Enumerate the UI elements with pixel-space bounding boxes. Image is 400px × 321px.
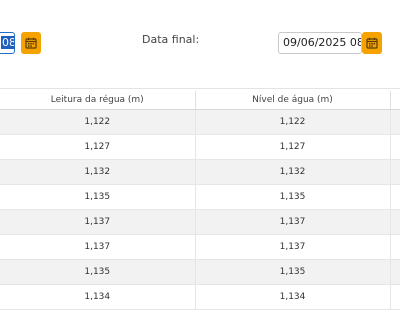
cell-extra — [390, 284, 400, 310]
cell-leitura: 1,127 — [0, 134, 196, 160]
cell-leitura: 1,135 — [0, 184, 196, 210]
cell-nivel: 1,122 — [195, 109, 391, 135]
readings-table: Leitura da régua (m) Nível de água (m) 1… — [0, 91, 400, 310]
start-date-input[interactable]: 08 — [0, 32, 15, 54]
date-filter-bar: 08 Data final: 09/06/2025 08 — [0, 0, 400, 90]
table-row[interactable]: 1,135 1,135 — [0, 259, 400, 285]
cell-nivel: 1,137 — [195, 209, 391, 235]
cell-nivel: 1,127 — [195, 134, 391, 160]
column-header-nivel[interactable]: Nível de água (m) — [195, 91, 391, 110]
cell-extra — [390, 134, 400, 160]
cell-leitura: 1,137 — [0, 234, 196, 260]
column-header-leitura[interactable]: Leitura da régua (m) — [0, 91, 196, 110]
table-header-row: Leitura da régua (m) Nível de água (m) — [0, 91, 400, 110]
cell-leitura: 1,134 — [0, 284, 196, 310]
calendar-icon — [25, 37, 37, 49]
table-row[interactable]: 1,135 1,135 — [0, 184, 400, 210]
cell-extra — [390, 209, 400, 235]
cell-extra — [390, 184, 400, 210]
column-header-extra — [390, 91, 400, 110]
cell-extra — [390, 109, 400, 135]
end-date-calendar-button[interactable] — [362, 32, 382, 54]
cell-nivel: 1,132 — [195, 159, 391, 185]
table-row[interactable]: 1,137 1,137 — [0, 234, 400, 260]
cell-nivel: 1,135 — [195, 184, 391, 210]
start-date-selected-text: 08 — [1, 36, 15, 49]
table-row[interactable]: 1,127 1,127 — [0, 134, 400, 160]
cell-leitura: 1,122 — [0, 109, 196, 135]
end-date-input[interactable]: 09/06/2025 08 — [278, 32, 362, 54]
cell-leitura: 1,135 — [0, 259, 196, 285]
filter-divider — [0, 88, 400, 89]
calendar-icon — [366, 37, 378, 49]
cell-leitura: 1,137 — [0, 209, 196, 235]
table-row[interactable]: 1,122 1,122 — [0, 109, 400, 135]
start-date-calendar-button[interactable] — [21, 32, 41, 54]
end-date-value: 09/06/2025 08 — [283, 36, 362, 49]
cell-nivel: 1,134 — [195, 284, 391, 310]
cell-extra — [390, 259, 400, 285]
end-date-label: Data final: — [142, 33, 200, 46]
cell-extra — [390, 234, 400, 260]
cell-leitura: 1,132 — [0, 159, 196, 185]
table-row[interactable]: 1,132 1,132 — [0, 159, 400, 185]
cell-nivel: 1,137 — [195, 234, 391, 260]
table-row[interactable]: 1,134 1,134 — [0, 284, 400, 310]
table-row[interactable]: 1,137 1,137 — [0, 209, 400, 235]
cell-extra — [390, 159, 400, 185]
cell-nivel: 1,135 — [195, 259, 391, 285]
